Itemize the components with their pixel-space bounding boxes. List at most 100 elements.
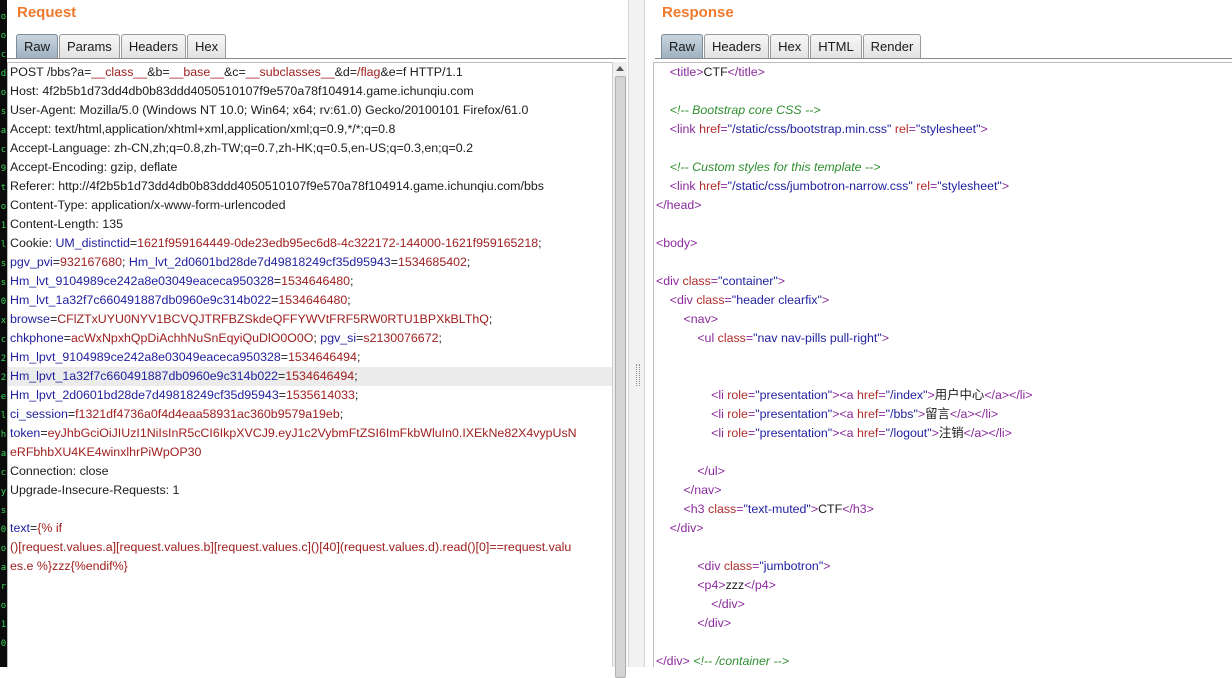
terminal-glyph: o [0,601,7,611]
request-token: ; [122,255,129,269]
response-token: </title> [727,65,765,79]
request-line: Content-Length: 135 [8,215,613,234]
request-token: __class__ [91,65,148,79]
response-token: "presentation" [755,388,833,402]
terminal-glyph: c [0,335,7,345]
response-line: <!-- Custom styles for this template --> [654,158,1232,177]
response-token [656,331,697,345]
response-token: <ul [697,331,718,345]
response-token: = [878,407,886,421]
response-token: <li [711,388,728,402]
request-token: Hm_lpvt_2d0601bd28de7d49818249cf35d95943 [10,388,279,402]
terminal-glyph: 2 [0,373,7,383]
request-pane: Request Raw Params Headers Hex POST /bbs?a=… [7,0,628,678]
response-token: "/index" [885,388,928,402]
terminal-glyph: x [0,316,7,326]
response-line: <li role="presentation"><a href="/logout… [654,424,1232,443]
response-token: </a></li> [949,407,999,421]
splitter-grip-icon[interactable] [636,364,640,386]
request-token: s2130076672 [363,331,439,345]
request-token: = [52,255,60,269]
response-line [654,633,1232,652]
response-tab-hex[interactable]: Hex [770,34,810,58]
request-token: Hm_lvt_1a32f7c660491887db0960e9c314b022 [10,293,272,307]
background-terminal-strip: oocdosac9to1lss0xc22elhacys0oaro10 [0,0,7,667]
request-token: 1534646480 [278,293,348,307]
response-token: > [917,407,926,421]
request-tab-params[interactable]: Params [59,34,120,58]
request-token: UM_distinctid [55,236,130,250]
request-tab-raw[interactable]: Raw [16,34,59,58]
request-line: browse=CFlZTxUYU0NYV1BCVQJTRFBZSkdeQFFYW… [8,310,613,329]
terminal-glyph: a [0,126,7,136]
response-token: href [699,122,721,136]
response-tab-html[interactable]: HTML [810,34,862,58]
terminal-glyph: e [0,392,7,402]
request-line: pgv_pvi=932167680; Hm_lvt_2d0601bd28de7d… [8,253,613,272]
terminal-glyph: o [0,202,7,212]
response-line [654,215,1232,234]
request-token: &d= [334,65,358,79]
response-line: <div class="jumbotron"> [654,557,1232,576]
response-token: > [777,274,786,288]
response-token: 用户中心 [934,388,985,402]
terminal-glyph: o [0,544,7,554]
request-scrollbar[interactable] [612,62,627,678]
request-token: = [40,426,48,440]
request-line: Cookie: UM_distinctid=1621f959164449-0de… [8,234,613,253]
terminal-glyph: o [0,88,7,98]
scroll-up-arrow-icon[interactable] [616,66,624,71]
response-token: CTF [818,502,843,516]
response-tab-raw[interactable]: Raw [661,34,704,58]
response-token: "/static/css/bootstrap.min.css" [727,122,892,136]
request-tab-hex[interactable]: Hex [186,34,227,58]
response-token [656,578,697,592]
request-tab-headers[interactable]: Headers [120,34,186,58]
response-token: CTF [703,65,728,79]
request-editor[interactable]: POST /bbs?a=__class__&b=__base__&c=__sub… [7,62,613,667]
terminal-glyph: c [0,50,7,60]
response-token: <!-- /container --> [693,654,789,668]
response-editor[interactable]: <title>CTF</title> <!-- Bootstrap core C… [653,62,1232,668]
request-token: Hm_lvt_9104989ce242a8e03049eaceca950328 [10,274,274,288]
request-token: f1321df4736a0f4d4eaa58931ac360b9579a19eb [75,407,340,421]
request-token: ; [538,236,542,250]
request-token: ; [488,312,493,326]
request-line: Content-Type: application/x-www-form-url… [8,196,613,215]
response-token: > [821,293,830,307]
response-token: <title> [669,65,704,79]
response-token: </head> [656,198,702,212]
request-line: text={% if [8,519,613,538]
response-token [656,312,684,326]
pane-splitter[interactable] [628,0,645,667]
response-token: href [857,388,879,402]
response-token: = [720,179,728,193]
response-line: </div> <!-- /container --> [654,652,1232,671]
response-token: class [717,331,746,345]
request-token: ; [466,255,471,269]
response-token: class [708,502,737,516]
response-token: "/bbs" [885,407,918,421]
scroll-thumb[interactable] [615,76,626,678]
request-token: Hm_lpvt_9104989ce242a8e03049eaceca950328 [10,350,281,364]
request-token: token [10,426,41,440]
response-line: <ul class="nav nav-pills pull-right"> [654,329,1232,348]
response-token: "presentation" [755,426,833,440]
response-token: </div> [669,521,704,535]
request-token: 1534646494 [285,369,355,383]
request-token: 932167680 [59,255,122,269]
response-tab-render[interactable]: Render [862,34,922,58]
response-token: "nav nav-pills pull-right" [753,331,882,345]
terminal-glyph: 2 [0,354,7,364]
response-token: </div> [711,597,745,611]
response-token [656,160,670,174]
response-line [654,253,1232,272]
response-token: </div> [697,616,732,630]
request-token: chkphone [10,331,64,345]
request-line: User-Agent: Mozilla/5.0 (Windows NT 10.0… [8,101,613,120]
request-token: 1534685402 [397,255,467,269]
request-token: Hm_lpvt_1a32f7c660491887db0960e9c314b022 [10,369,279,383]
response-tab-headers[interactable]: Headers [704,34,770,58]
response-token: </p4> [744,578,776,592]
response-token: class [682,274,711,288]
